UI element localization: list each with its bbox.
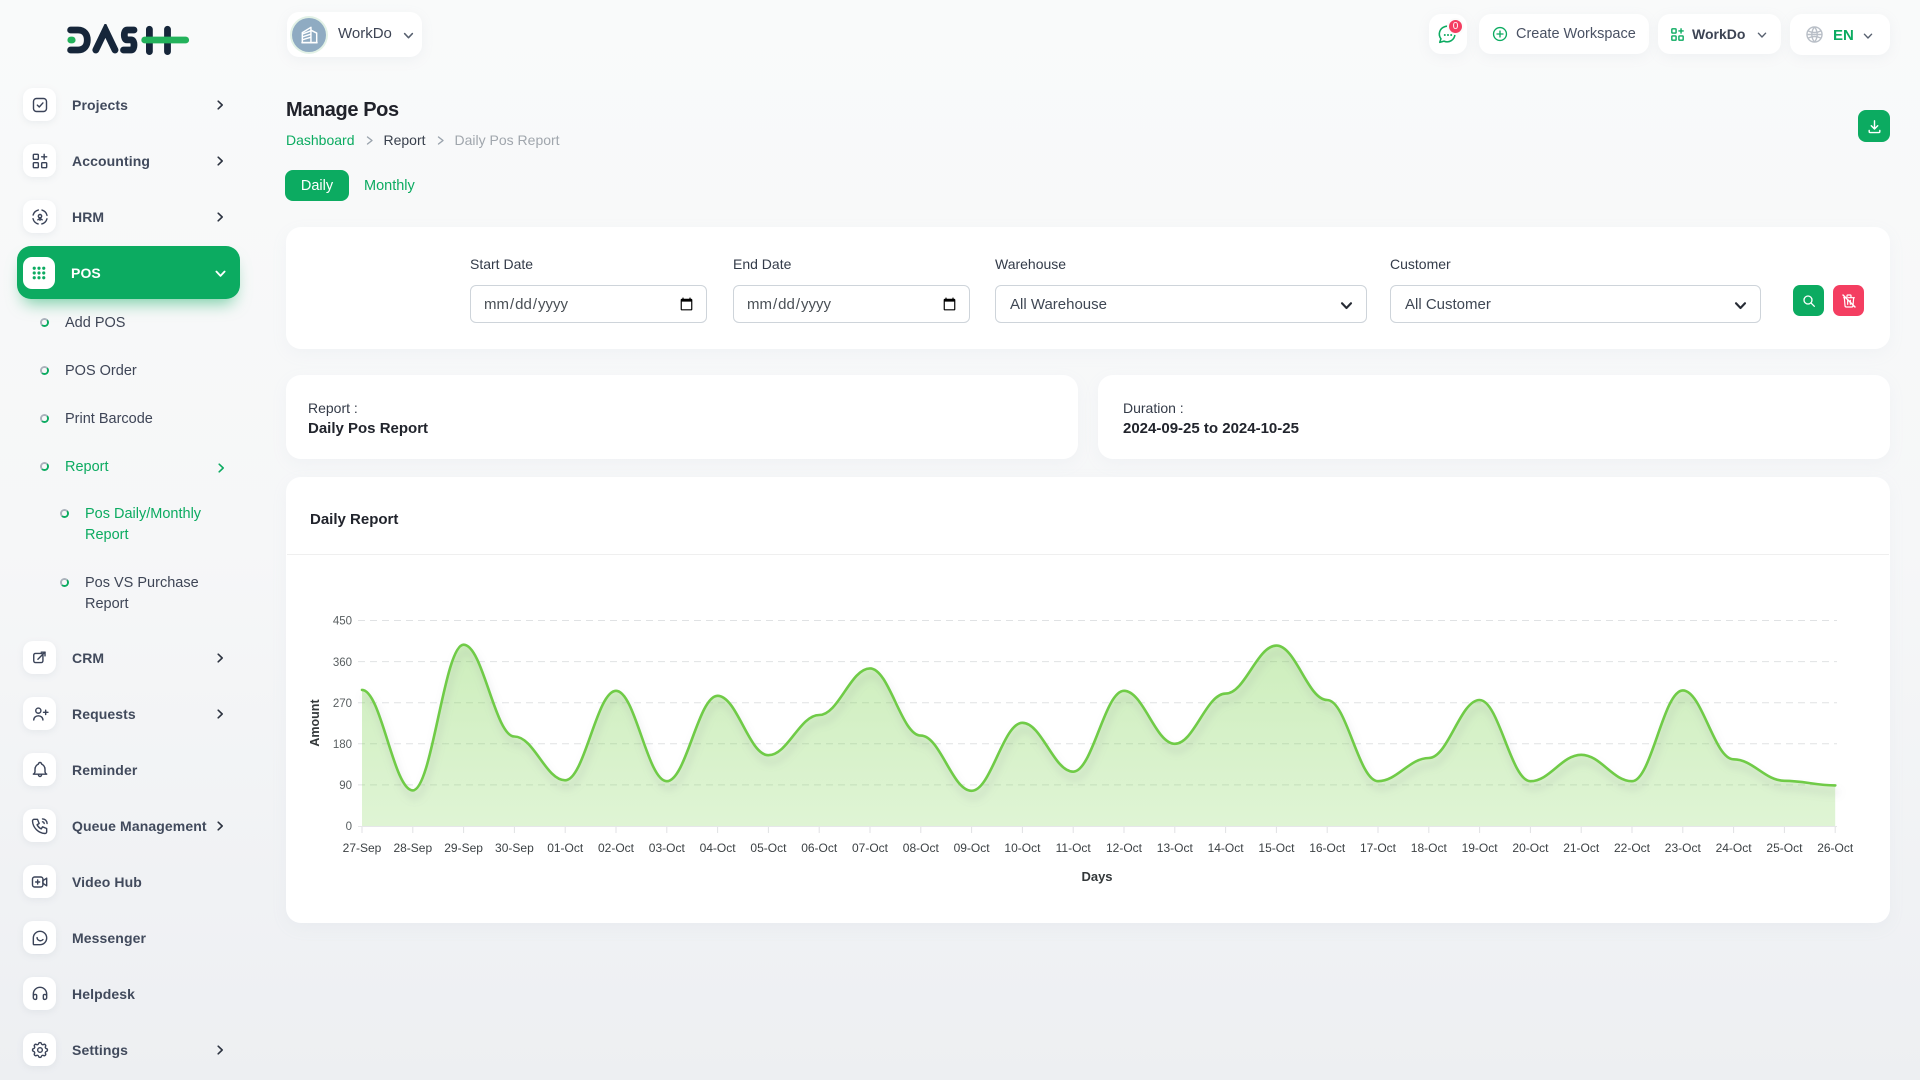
svg-text:02-Oct: 02-Oct [598,841,635,855]
svg-text:90: 90 [339,780,352,792]
svg-text:04-Oct: 04-Oct [700,841,737,855]
svg-text:27-Sep: 27-Sep [343,841,382,855]
svg-text:17-Oct: 17-Oct [1360,841,1397,855]
svg-text:03-Oct: 03-Oct [649,841,686,855]
svg-text:18-Oct: 18-Oct [1411,841,1448,855]
svg-text:06-Oct: 06-Oct [801,841,838,855]
svg-text:24-Oct: 24-Oct [1716,841,1753,855]
svg-text:08-Oct: 08-Oct [903,841,940,855]
svg-text:270: 270 [333,698,352,710]
svg-text:15-Oct: 15-Oct [1258,841,1295,855]
svg-text:22-Oct: 22-Oct [1614,841,1651,855]
svg-text:21-Oct: 21-Oct [1563,841,1600,855]
svg-text:10-Oct: 10-Oct [1004,841,1041,855]
svg-text:180: 180 [333,739,352,751]
svg-text:29-Sep: 29-Sep [444,841,483,855]
svg-text:05-Oct: 05-Oct [750,841,787,855]
svg-text:Amount: Amount [308,699,322,747]
svg-text:26-Oct: 26-Oct [1817,841,1854,855]
svg-text:14-Oct: 14-Oct [1208,841,1245,855]
svg-text:19-Oct: 19-Oct [1462,841,1499,855]
svg-text:0: 0 [346,821,352,833]
svg-text:360: 360 [333,657,352,669]
svg-text:28-Sep: 28-Sep [393,841,432,855]
svg-text:20-Oct: 20-Oct [1512,841,1549,855]
svg-text:16-Oct: 16-Oct [1309,841,1346,855]
svg-text:23-Oct: 23-Oct [1665,841,1702,855]
svg-text:30-Sep: 30-Sep [495,841,534,855]
svg-text:01-Oct: 01-Oct [547,841,584,855]
svg-text:25-Oct: 25-Oct [1766,841,1803,855]
svg-text:12-Oct: 12-Oct [1106,841,1143,855]
svg-text:450: 450 [333,616,352,628]
svg-text:11-Oct: 11-Oct [1056,841,1092,855]
svg-text:07-Oct: 07-Oct [852,841,889,855]
svg-text:13-Oct: 13-Oct [1157,841,1194,855]
svg-text:09-Oct: 09-Oct [954,841,991,855]
svg-text:Days: Days [1081,869,1112,884]
